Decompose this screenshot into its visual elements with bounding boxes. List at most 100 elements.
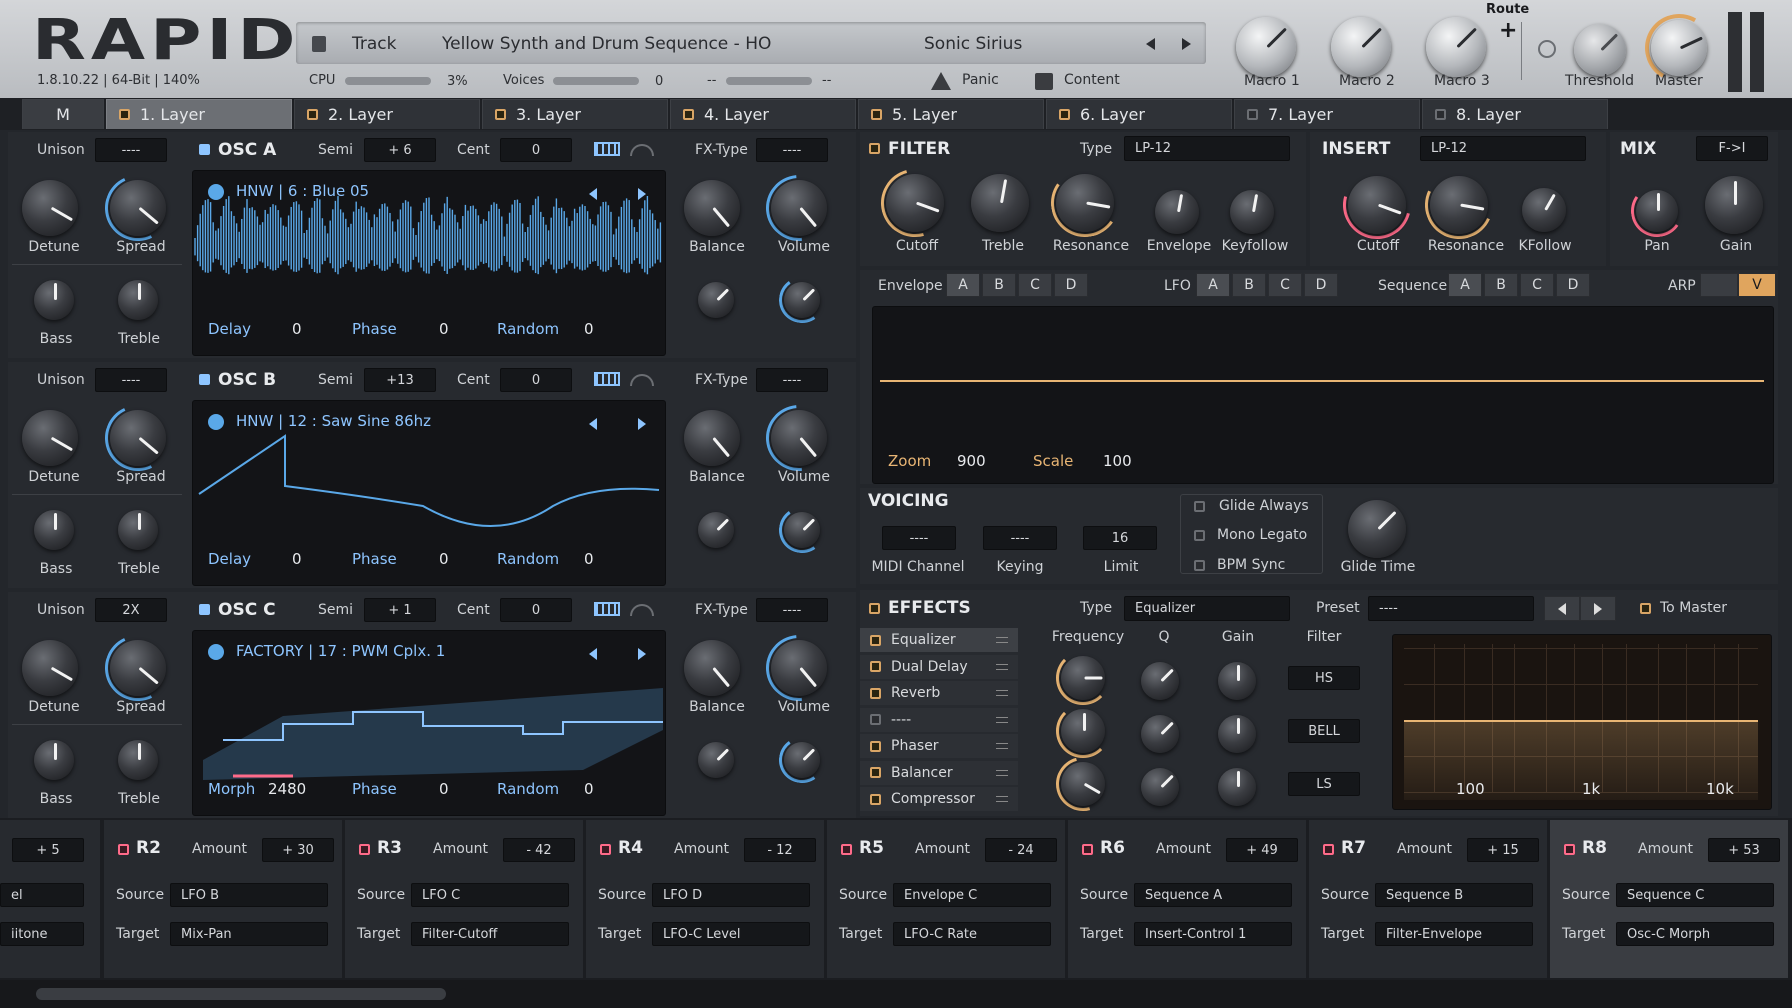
unison-select[interactable]: ---- — [95, 138, 167, 162]
detune-knob[interactable] — [22, 640, 78, 696]
route-enable-checkbox[interactable] — [841, 844, 852, 855]
route-enable-checkbox[interactable] — [600, 844, 611, 855]
r1-amount-field[interactable]: + 5 — [12, 838, 84, 862]
tab-enable-checkbox[interactable] — [495, 109, 506, 120]
fx-type-select[interactable]: ---- — [756, 598, 828, 622]
effect-item[interactable]: Phaser — [860, 734, 1018, 758]
wavetable-name[interactable]: FACTORY | 17 : PWM Cplx. 1 — [236, 642, 445, 660]
envelope-a-button[interactable]: A — [946, 273, 980, 297]
tab-enable-checkbox[interactable] — [871, 109, 882, 120]
effects-enable-checkbox[interactable] — [869, 603, 880, 614]
balance-mod-knob[interactable] — [698, 742, 734, 778]
r1-source-select[interactable]: el — [0, 883, 84, 907]
glide-always-checkbox[interactable] — [1194, 501, 1205, 512]
effects-prev-button[interactable] — [1544, 596, 1580, 621]
cent-field[interactable]: 0 — [500, 368, 572, 392]
tab-enable-checkbox[interactable] — [683, 109, 694, 120]
volume-knob[interactable] — [771, 180, 827, 236]
semi-field[interactable]: + 1 — [364, 598, 436, 622]
unison-select[interactable]: ---- — [95, 368, 167, 392]
route-source-select[interactable]: LFO D — [652, 883, 810, 907]
filter-resonance-knob[interactable] — [1056, 174, 1114, 232]
eq-filter-select[interactable]: LS — [1288, 772, 1360, 796]
insert-type-select[interactable]: LP-12 — [1420, 136, 1586, 161]
filter-cutoff-knob[interactable] — [886, 174, 944, 232]
balance-knob[interactable] — [684, 640, 740, 696]
mix-mode-select[interactable]: F->I — [1696, 136, 1768, 161]
filter-keyfollow-knob[interactable] — [1230, 190, 1274, 234]
effect-enable-checkbox[interactable] — [870, 634, 881, 646]
tab-layer-1[interactable]: 1. Layer — [106, 99, 292, 129]
mix-gain-knob[interactable] — [1705, 176, 1763, 234]
route-source-select[interactable]: LFO C — [411, 883, 569, 907]
lfo-d-button[interactable]: D — [1304, 273, 1338, 297]
effect-enable-checkbox[interactable] — [870, 767, 881, 778]
arp-v-button[interactable]: V — [1738, 273, 1776, 297]
route-target-select[interactable]: Filter-Cutoff — [411, 922, 569, 946]
phase-value[interactable]: 0 — [439, 550, 449, 568]
phase-value[interactable]: 0 — [439, 780, 449, 798]
balance-knob[interactable] — [684, 180, 740, 236]
mix-pan-knob[interactable] — [1636, 190, 1678, 232]
scale-value[interactable]: 100 — [1103, 452, 1132, 470]
keying-select[interactable]: ---- — [983, 526, 1057, 550]
prev-preset-icon[interactable] — [1146, 38, 1155, 50]
effect-enable-checkbox[interactable] — [870, 740, 881, 752]
route-source-select[interactable]: Sequence A — [1134, 883, 1292, 907]
drag-handle-icon[interactable] — [996, 796, 1008, 802]
balance-mod-knob[interactable] — [698, 282, 734, 318]
volume-knob[interactable] — [771, 640, 827, 696]
tab-enable-checkbox[interactable] — [1059, 109, 1070, 120]
drag-handle-icon[interactable] — [996, 690, 1008, 696]
route-amount-field[interactable]: - 24 — [985, 838, 1057, 862]
spread-knob[interactable] — [110, 640, 166, 696]
detune-knob[interactable] — [22, 410, 78, 466]
effect-enable-checkbox[interactable] — [870, 793, 881, 805]
scrollbar-thumb[interactable] — [36, 988, 446, 1000]
fx-type-select[interactable]: ---- — [756, 368, 828, 392]
lfo-a-button[interactable]: A — [1196, 273, 1230, 297]
tab-enable-checkbox[interactable] — [119, 109, 130, 120]
eq-q-knob[interactable] — [1141, 768, 1179, 806]
envelope-d-button[interactable]: D — [1054, 273, 1088, 297]
to-master-checkbox[interactable] — [1640, 603, 1651, 614]
bass-knob[interactable] — [34, 510, 74, 550]
route-amount-field[interactable]: - 12 — [744, 838, 816, 862]
voice-limit-field[interactable]: 16 — [1083, 526, 1157, 550]
filter-treble-knob[interactable] — [971, 174, 1029, 232]
effect-enable-checkbox[interactable] — [870, 661, 881, 672]
route-target-select[interactable]: LFO-C Rate — [893, 922, 1051, 946]
mono-legato-checkbox[interactable] — [1194, 530, 1205, 541]
cent-field[interactable]: 0 — [500, 598, 572, 622]
tab-main[interactable]: M — [22, 99, 104, 129]
delay-morph-value[interactable]: 0 — [292, 320, 302, 338]
effects-preset-select[interactable]: ---- — [1368, 596, 1534, 621]
osc-enable-checkbox[interactable] — [199, 374, 210, 385]
envelope-c-button[interactable]: C — [1018, 273, 1052, 297]
threshold-knob[interactable] — [1574, 24, 1626, 76]
tab-layer-4[interactable]: 4. Layer — [670, 99, 856, 129]
lfo-c-button[interactable]: C — [1268, 273, 1302, 297]
tab-layer-7[interactable]: 7. Layer — [1234, 99, 1420, 129]
warning-icon[interactable] — [931, 72, 951, 90]
volume-mod-knob[interactable] — [784, 512, 820, 548]
route-target-select[interactable]: Osc-C Morph — [1616, 922, 1774, 946]
route-enable-checkbox[interactable] — [1082, 844, 1093, 855]
route-amount-field[interactable]: + 30 — [262, 838, 334, 862]
route-target-select[interactable]: Mix-Pan — [170, 922, 328, 946]
route-source-select[interactable]: LFO B — [170, 883, 328, 907]
route-label[interactable]: Route — [1486, 2, 1529, 17]
filter-envelope-knob[interactable] — [1155, 190, 1199, 234]
treble-knob[interactable] — [118, 510, 158, 550]
drag-handle-icon[interactable] — [996, 637, 1008, 643]
effects-next-button[interactable] — [1580, 596, 1616, 621]
route-enable-checkbox[interactable] — [118, 844, 129, 855]
random-value[interactable]: 0 — [584, 320, 594, 338]
effect-item[interactable]: Dual Delay — [860, 654, 1018, 679]
osc-enable-checkbox[interactable] — [199, 144, 210, 155]
effect-item[interactable]: Balancer — [860, 760, 1018, 785]
master-knob[interactable] — [1651, 20, 1707, 76]
bass-knob[interactable] — [34, 740, 74, 780]
semi-field[interactable]: +13 — [364, 368, 436, 392]
insert-resonance-knob[interactable] — [1430, 176, 1488, 234]
